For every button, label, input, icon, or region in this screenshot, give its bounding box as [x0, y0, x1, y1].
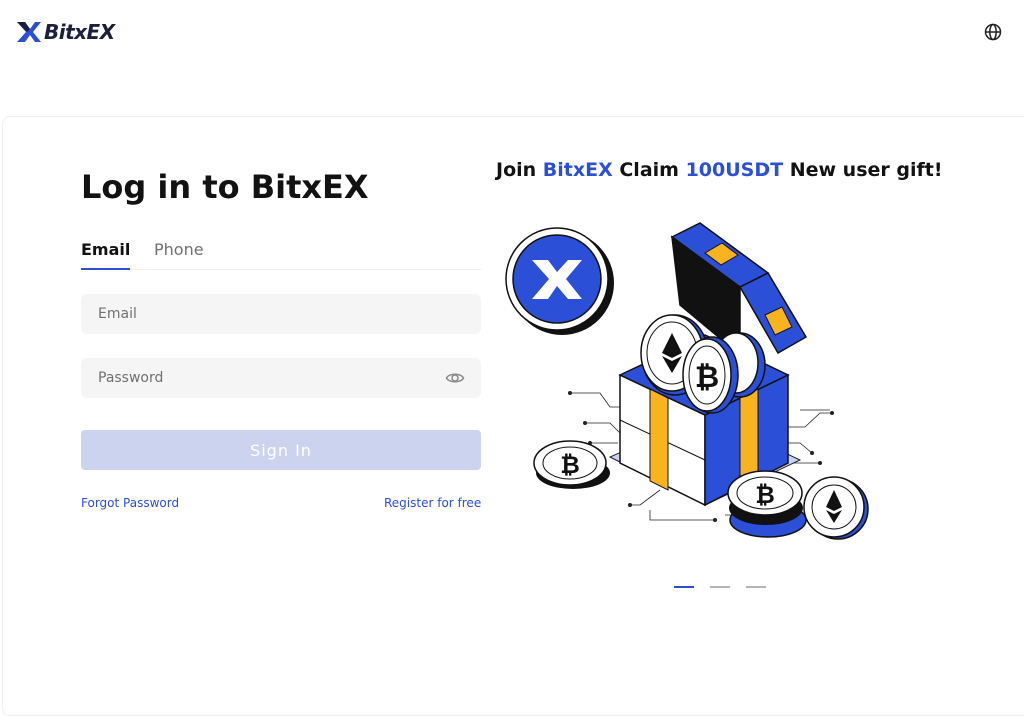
tab-phone[interactable]: Phone [154, 240, 204, 270]
bitxex-logo-icon [17, 22, 41, 42]
svg-text:₿: ₿ [755, 481, 775, 509]
email-input[interactable] [81, 294, 481, 334]
brand-name: BitxEX [44, 20, 115, 44]
eye-icon[interactable] [445, 369, 465, 387]
bitxex-coin [505, 227, 614, 335]
carousel-indicators [674, 586, 766, 588]
carousel-dot-3[interactable] [746, 586, 766, 588]
gift-box-illustration: ₿ ₿ ₿ [505, 222, 869, 540]
email-field-wrapper [81, 294, 481, 334]
promo-text-claim: Claim [612, 159, 686, 181]
password-field-wrapper [81, 358, 481, 398]
promo-text-join: Join [496, 159, 543, 181]
password-input[interactable] [81, 358, 481, 398]
ribbon-left [649, 388, 669, 491]
page-title: Log in to BitxEX [81, 168, 369, 206]
btc-coin-in-box: ₿ [682, 336, 739, 414]
carousel-dot-2[interactable] [710, 586, 730, 588]
carousel-dot-1[interactable] [674, 586, 694, 588]
eth-coin-right [803, 476, 869, 540]
svg-text:₿: ₿ [560, 451, 580, 479]
sign-in-button[interactable]: Sign In [81, 430, 481, 470]
register-link[interactable]: Register for free [384, 496, 481, 510]
btc-coin-stack: ₿ [727, 470, 807, 538]
globe-icon[interactable] [983, 22, 1003, 42]
brand-logo[interactable]: BitxEX [16, 20, 115, 44]
svg-text:₿: ₿ [695, 360, 719, 395]
promo-text-gift: New user gift! [783, 159, 943, 181]
promo-amount: 100USDT [685, 159, 784, 181]
login-method-tabs: Email Phone [81, 240, 481, 270]
header: BitxEX [0, 0, 1024, 66]
promo-brand: BitxEX [542, 159, 613, 181]
btc-coin-left: ₿ [533, 440, 610, 489]
forgot-password-link[interactable]: Forgot Password [81, 496, 179, 510]
promo-headline: Join BitxEX Claim 100USDT New user gift! [496, 159, 943, 181]
tab-email[interactable]: Email [81, 240, 131, 270]
